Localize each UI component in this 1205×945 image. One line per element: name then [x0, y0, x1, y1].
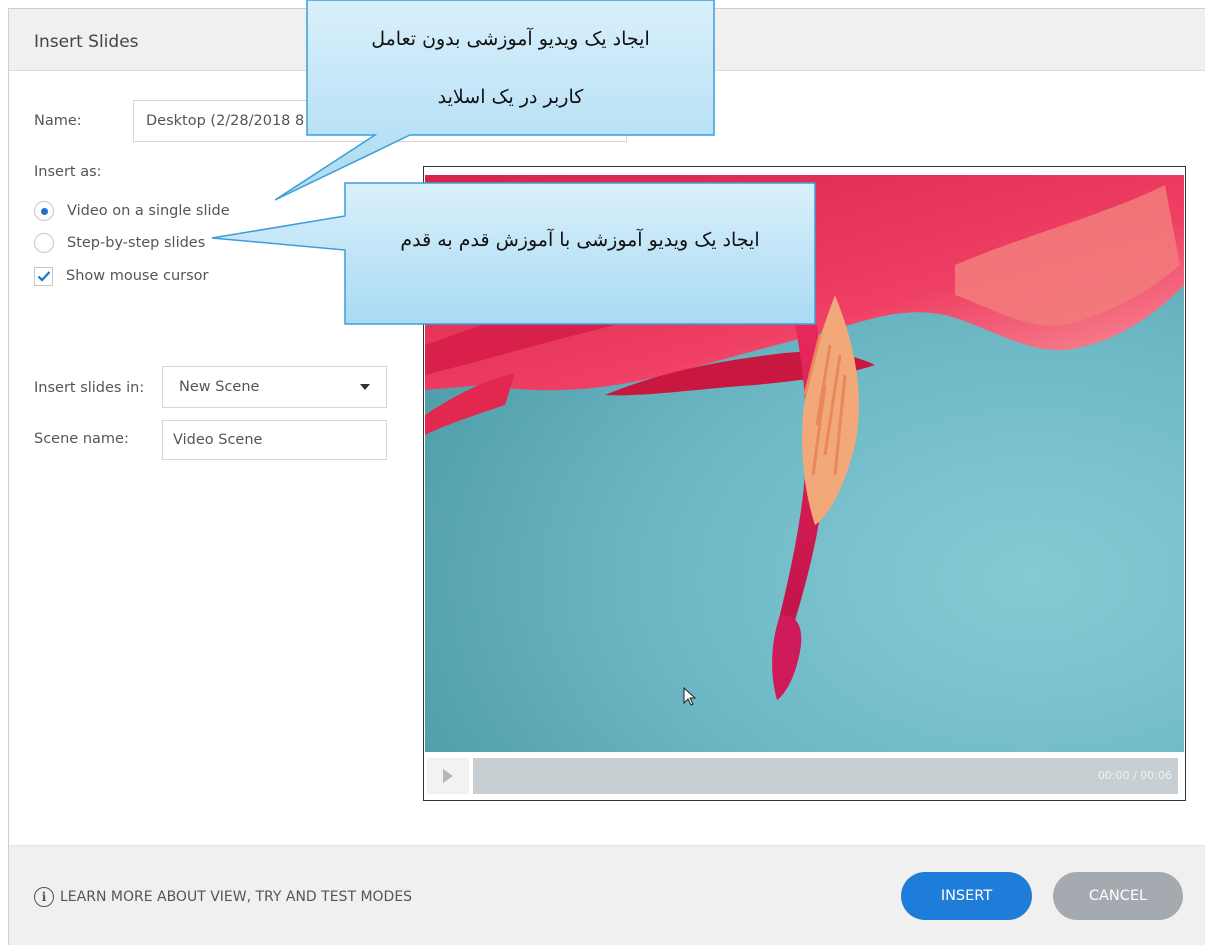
dialog-title: Insert Slides [34, 32, 139, 52]
play-button[interactable] [427, 758, 469, 794]
video-controls: 00:00 / 00:06 [425, 753, 1184, 799]
radio-selected-icon[interactable] [34, 201, 54, 221]
callout-1-line-2: کاربر در یک اسلاید [437, 86, 584, 108]
show-mouse-cursor-label: Show mouse cursor [66, 268, 209, 284]
info-icon: i [34, 887, 54, 907]
radio-step-by-step-slides[interactable]: Step-by-step slides [34, 232, 205, 254]
insert-as-label: Insert as: [34, 164, 102, 180]
learn-more-link[interactable]: i LEARN MORE ABOUT VIEW, TRY AND TEST MO… [34, 887, 412, 907]
chevron-down-icon [360, 384, 370, 390]
video-time: 00:00 / 00:06 [1097, 769, 1172, 782]
cancel-button[interactable]: CANCEL [1053, 872, 1183, 920]
insert-button[interactable]: INSERT [901, 872, 1032, 920]
insert-slides-in-label: Insert slides in: [34, 380, 145, 396]
scene-name-field[interactable] [162, 420, 387, 460]
insert-slides-in-value: New Scene [179, 379, 260, 395]
video-frame [425, 175, 1184, 752]
callout-2-line-1: ایجاد یک ویدیو آموزشی با آموزش قدم به قد… [400, 229, 760, 251]
flower-image [425, 175, 1184, 700]
radio-step-label: Step-by-step slides [67, 235, 206, 251]
play-icon [443, 769, 453, 783]
checkmark-icon[interactable] [34, 266, 53, 286]
insert-slides-in-select[interactable]: New Scene [162, 366, 387, 408]
video-preview-panel: 00:00 / 00:06 [423, 166, 1186, 801]
radio-video-single-slide[interactable]: Video on a single slide [34, 200, 230, 222]
scene-name-label: Scene name: [34, 431, 129, 447]
callout-1-line-1: ایجاد یک ویدیو آموزشی بدون تعامل [371, 28, 650, 50]
scene-name-input[interactable] [163, 421, 386, 459]
name-label: Name: [34, 113, 82, 129]
mouse-cursor-icon [683, 687, 697, 706]
show-mouse-cursor-checkbox[interactable]: Show mouse cursor [34, 265, 209, 287]
radio-unselected-icon[interactable] [34, 233, 54, 253]
insert-slides-dialog: Insert Slides Name: Insert as: Video on … [8, 8, 1205, 945]
video-timeline[interactable]: 00:00 / 00:06 [473, 758, 1178, 794]
dialog-footer: i LEARN MORE ABOUT VIEW, TRY AND TEST MO… [9, 845, 1205, 945]
radio-video-label: Video on a single slide [67, 203, 230, 219]
learn-more-text: LEARN MORE ABOUT VIEW, TRY AND TEST MODE… [60, 889, 413, 905]
